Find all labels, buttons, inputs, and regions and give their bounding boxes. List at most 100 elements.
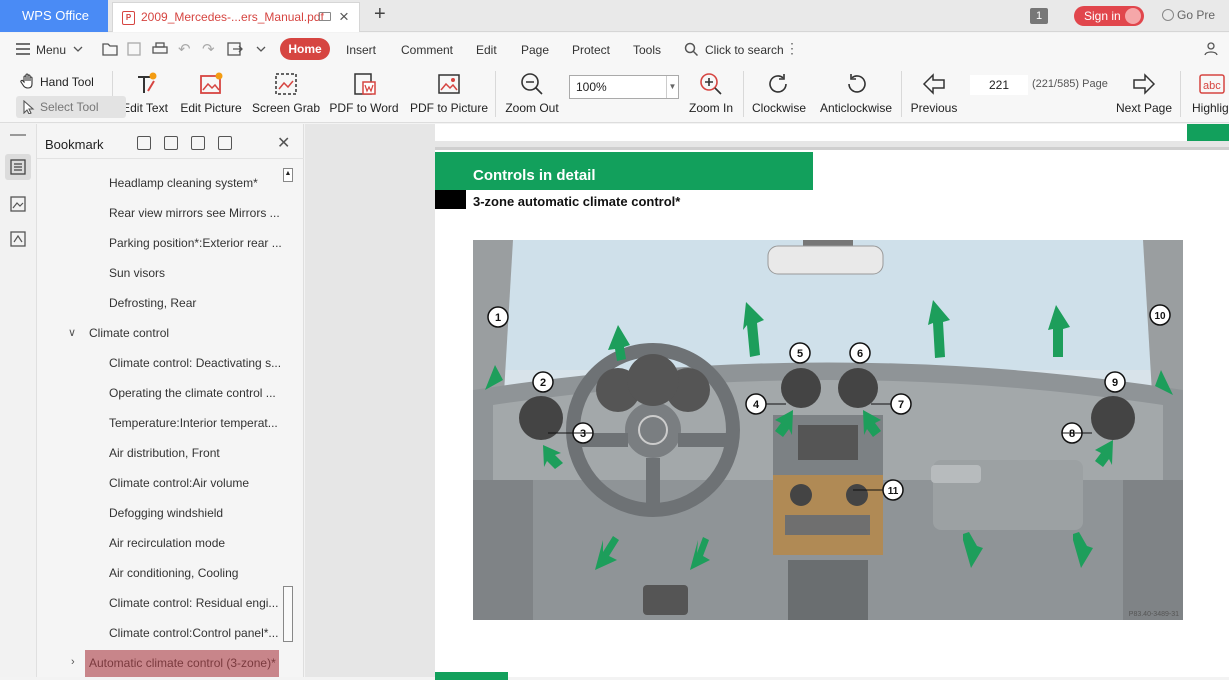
bookmark-item[interactable]: Air conditioning, Cooling — [109, 566, 289, 580]
tab-page[interactable]: Page — [521, 43, 549, 57]
redo-icon[interactable]: ↷ — [202, 40, 215, 58]
document-tab[interactable]: P 2009_Mercedes-...ers_Manual.pdf × — [112, 2, 360, 32]
export-icon[interactable] — [227, 42, 243, 56]
tab-insert[interactable]: Insert — [346, 43, 376, 57]
zoom-out-button[interactable]: Zoom Out — [502, 65, 562, 123]
screen-grab-button[interactable]: Screen Grab — [252, 65, 320, 123]
more-chevron-icon[interactable] — [256, 46, 266, 52]
bookmark-item-selected[interactable]: Automatic climate control (3-zone)* — [89, 656, 277, 670]
bookmark-item[interactable]: Defrosting, Rear — [109, 296, 289, 310]
bookmark-item[interactable]: Climate control:Air volume — [109, 476, 289, 490]
undo-icon[interactable]: ↶ — [178, 40, 191, 58]
add-bookmark-icon[interactable] — [137, 136, 151, 150]
new-tab-button[interactable]: + — [374, 3, 386, 26]
edit-text-icon — [138, 72, 157, 93]
go-premium-button[interactable]: Go Pre — [1162, 8, 1215, 22]
share-user-icon[interactable] — [1204, 42, 1218, 56]
chevron-right-icon[interactable]: › — [71, 656, 75, 668]
bookmark-item-climate-control[interactable]: Climate control — [89, 326, 269, 340]
screen-grab-label: Screen Grab — [252, 101, 321, 115]
close-bookmark-icon[interactable]: ✕ — [277, 133, 290, 153]
bookmark-item[interactable]: Parking position*:Exterior rear ... — [109, 236, 289, 250]
bookmark-scroll-thumb[interactable] — [283, 586, 293, 642]
zoom-in-button[interactable]: Zoom In — [684, 65, 738, 123]
tab-bar: WPS Office P 2009_Mercedes-...ers_Manual… — [0, 0, 1229, 32]
edit-picture-button[interactable]: Edit Picture — [178, 65, 244, 123]
page-number-input[interactable]: 221 — [970, 75, 1028, 95]
bookmark-settings-icon[interactable] — [191, 136, 205, 150]
rotate-anticlockwise-icon — [848, 74, 866, 93]
tab-protect[interactable]: Protect — [572, 43, 610, 57]
select-tool-button[interactable]: Select Tool — [16, 96, 126, 118]
tab-home[interactable]: Home — [280, 38, 330, 60]
pdf-to-word-button[interactable]: PDF to Word — [328, 65, 400, 123]
arrow-left-icon — [922, 73, 945, 95]
edit-picture-icon — [200, 72, 223, 94]
bookmark-item[interactable]: Defogging windshield — [109, 506, 289, 520]
bookmark-panel-toggle[interactable] — [5, 154, 31, 180]
wps-home-tab[interactable]: WPS Office — [0, 0, 108, 32]
svg-text:10: 10 — [1154, 311, 1166, 322]
open-folder-icon[interactable] — [102, 42, 118, 56]
tab-comment[interactable]: Comment — [401, 43, 453, 57]
pdf-to-picture-label: PDF to Picture — [410, 101, 489, 115]
zoom-out-icon — [521, 73, 543, 95]
bookmark-item[interactable]: Climate control: Residual engi... — [109, 596, 289, 610]
bookmark-item[interactable]: Sun visors — [109, 266, 289, 280]
rotate-anticlockwise-button[interactable]: Anticlockwise — [818, 65, 894, 123]
toolbar-separator — [743, 71, 744, 117]
bookmark-item[interactable]: Headlamp cleaning system* — [109, 176, 289, 190]
section-subtitle: 3-zone automatic climate control* — [473, 194, 681, 209]
bookmark-item[interactable]: Rear view mirrors see Mirrors ... — [109, 206, 289, 220]
highlight-button[interactable]: abc Highlig — [1186, 65, 1229, 123]
svg-text:5: 5 — [797, 348, 803, 360]
bookmark-item[interactable]: Climate control:Control panel*... — [109, 626, 289, 640]
tab-tools[interactable]: Tools — [633, 43, 661, 57]
chevron-down-icon[interactable]: ∨ — [68, 326, 76, 339]
print-icon[interactable] — [152, 42, 168, 56]
document-viewport[interactable]: Controls in detail 3-zone automatic clim… — [305, 124, 1229, 680]
search-box[interactable]: Click to search — [705, 43, 784, 57]
svg-text:8: 8 — [1069, 428, 1075, 440]
callout-9: 9 — [1104, 371, 1126, 393]
document-tab-label: 2009_Mercedes-...ers_Manual.pdf — [141, 10, 324, 24]
page-badge[interactable]: 1 — [1030, 8, 1048, 24]
previous-page-button[interactable]: Previous — [908, 65, 960, 123]
bookmark-item[interactable]: Air distribution, Front — [109, 446, 289, 460]
panel-divider — [37, 158, 304, 159]
premium-icon — [1162, 9, 1174, 21]
rotate-clockwise-button[interactable]: Clockwise — [748, 65, 810, 123]
pdf-to-picture-button[interactable]: PDF to Picture — [410, 65, 488, 123]
scroll-up-icon[interactable]: ▲ — [283, 168, 293, 182]
search-icon[interactable] — [684, 42, 698, 56]
close-tab-icon[interactable]: × — [339, 7, 349, 27]
menu-button[interactable]: Menu — [36, 43, 66, 57]
monitor-icon[interactable] — [319, 12, 331, 21]
zoom-dropdown-arrow-icon[interactable]: ▼ — [666, 76, 678, 98]
screen-grab-icon — [275, 73, 297, 95]
svg-text:2: 2 — [540, 377, 546, 389]
save-icon[interactable] — [127, 42, 141, 56]
panel-handle — [10, 134, 26, 136]
bookmark-item[interactable]: Operating the climate control ... — [109, 386, 289, 400]
bookmark-item[interactable]: Climate control: Deactivating s... — [109, 356, 289, 370]
annotation-icon[interactable] — [10, 231, 26, 247]
hand-tool-button[interactable]: Hand Tool — [40, 75, 94, 89]
bookmark-item[interactable]: Air recirculation mode — [109, 536, 289, 550]
svg-text:3: 3 — [580, 428, 586, 440]
section-title: Controls in detail — [435, 152, 813, 190]
next-page-button[interactable]: Next Page — [1116, 65, 1172, 123]
chevron-down-icon[interactable] — [73, 46, 83, 52]
hand-tool-icon — [20, 73, 33, 89]
bookmark-item[interactable]: Temperature:Interior temperat... — [109, 416, 289, 430]
sign-in-button[interactable]: Sign in — [1074, 6, 1144, 26]
hamburger-icon[interactable] — [16, 43, 30, 55]
callout-11: 11 — [882, 479, 904, 501]
zoom-level-select[interactable]: 100% ▼ — [569, 75, 679, 99]
more-options-icon[interactable]: ⋮ — [785, 40, 799, 57]
bookmark-options-icon[interactable] — [218, 136, 232, 150]
thumbnail-icon[interactable] — [10, 196, 26, 212]
expand-bookmark-icon[interactable] — [164, 136, 178, 150]
svg-text:11: 11 — [888, 486, 899, 497]
tab-edit[interactable]: Edit — [476, 43, 497, 57]
